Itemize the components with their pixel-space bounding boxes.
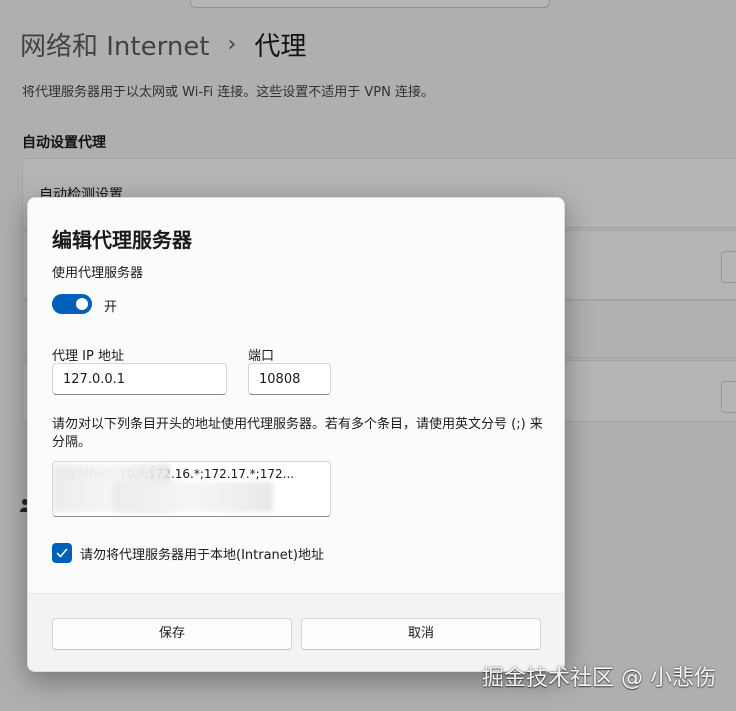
- cancel-button[interactable]: 取消: [301, 618, 541, 650]
- dialog-title: 编辑代理服务器: [52, 228, 192, 252]
- port-input[interactable]: [248, 363, 331, 395]
- use-proxy-toggle[interactable]: [52, 294, 92, 314]
- toggle-knob: [76, 298, 88, 310]
- watermark: 掘金技术社区 @ 小悲伤: [482, 666, 716, 691]
- exceptions-description: 请勿对以下列条目开头的地址使用代理服务器。若有多个条目，请使用英文分号 (;) …: [52, 417, 543, 450]
- exceptions-textarea[interactable]: localhost;10.*;172.16.*;172.17.*;172...: [52, 461, 331, 517]
- bypass-local-checkbox[interactable]: [52, 543, 72, 563]
- checkmark-icon: [56, 548, 68, 558]
- toggle-state-label: 开: [104, 300, 118, 315]
- proxy-ip-input[interactable]: [52, 363, 227, 395]
- proxy-ip-label: 代理 IP 地址: [52, 349, 124, 364]
- dialog-body: 编辑代理服务器 使用代理服务器 开 代理 IP 地址 端口 请勿对以下列条目开头…: [28, 198, 564, 593]
- bypass-local-label: 请勿将代理服务器用于本地(Intranet)地址: [80, 548, 324, 563]
- redaction-blur: [113, 482, 273, 512]
- port-label: 端口: [248, 349, 275, 364]
- edit-proxy-dialog: 编辑代理服务器 使用代理服务器 开 代理 IP 地址 端口 请勿对以下列条目开头…: [27, 197, 565, 672]
- use-proxy-label: 使用代理服务器: [52, 266, 144, 281]
- save-button[interactable]: 保存: [52, 618, 292, 650]
